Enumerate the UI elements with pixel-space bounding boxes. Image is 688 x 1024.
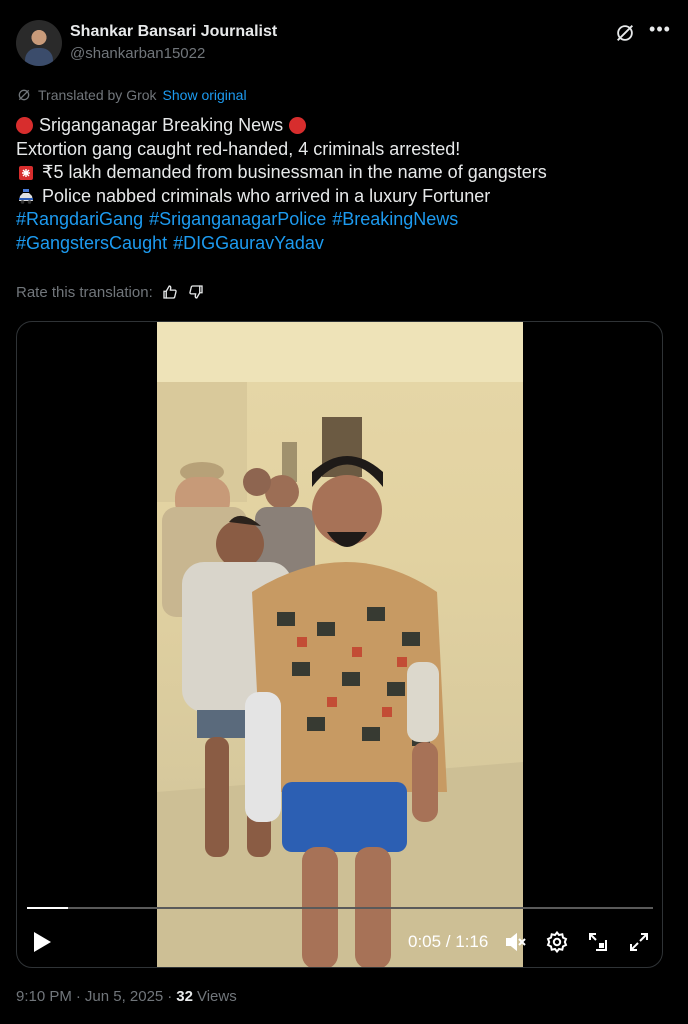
video-time: 0:05 / 1:16 bbox=[408, 932, 489, 951]
mute-icon[interactable] bbox=[503, 930, 527, 954]
hashtag-link[interactable]: #BreakingNews bbox=[332, 208, 458, 232]
tweet-line-2: Extortion gang caught red-handed, 4 crim… bbox=[16, 138, 461, 159]
translation-bar: Translated by Grok Show original bbox=[16, 85, 247, 105]
tweet-line-4: Police nabbed criminals who arrived in a… bbox=[42, 185, 491, 206]
views-label: Views bbox=[196, 988, 237, 1005]
video-still-image bbox=[157, 322, 523, 967]
avatar[interactable] bbox=[16, 20, 62, 66]
tweet-date[interactable]: Jun 5, 2025 bbox=[85, 988, 163, 1005]
tweet-text: Sriganganagar Breaking News Extortion ga… bbox=[16, 114, 666, 255]
author-name[interactable]: Shankar Bansari Journalist bbox=[70, 23, 277, 41]
thumbs-down-icon[interactable] bbox=[187, 283, 205, 301]
hashtag-link[interactable]: #RangdariGang bbox=[16, 208, 143, 232]
video-controls: 0:05 / 1:16 bbox=[17, 922, 662, 962]
settings-icon[interactable] bbox=[545, 930, 569, 954]
tweet-line-1: Sriganganagar Breaking News bbox=[39, 115, 284, 135]
rate-translation: Rate this translation: bbox=[16, 283, 205, 301]
author-handle[interactable]: @shankarban15022 bbox=[70, 45, 205, 62]
thumbs-up-icon[interactable] bbox=[161, 283, 179, 301]
views-count: 32 bbox=[176, 988, 193, 1005]
red-circle-icon bbox=[16, 117, 33, 135]
rate-translation-label: Rate this translation: bbox=[16, 283, 153, 301]
progress-fill bbox=[27, 907, 69, 909]
tweet-meta: 9:10 PM · Jun 5, 2025 · 32 Views bbox=[16, 988, 237, 1005]
hashtag-link[interactable]: #DIGGauravYadav bbox=[173, 232, 324, 256]
translate-icon bbox=[18, 89, 30, 101]
grok-icon[interactable] bbox=[614, 22, 636, 44]
video-frame[interactable] bbox=[157, 322, 523, 967]
more-icon[interactable]: ••• bbox=[648, 20, 672, 42]
show-original-link[interactable]: Show original bbox=[163, 87, 247, 103]
play-icon[interactable] bbox=[31, 930, 53, 954]
fullscreen-icon[interactable] bbox=[627, 930, 651, 954]
siren-icon bbox=[16, 163, 36, 183]
video-player[interactable]: 0:05 / 1:16 bbox=[16, 321, 663, 968]
tweet-line-3: ₹5 lakh demanded from businessman in the… bbox=[42, 162, 547, 182]
hashtag-link[interactable]: #GangstersCaught bbox=[16, 232, 167, 256]
tweet-time[interactable]: 9:10 PM bbox=[16, 988, 72, 1005]
police-car-icon bbox=[16, 186, 36, 206]
red-circle-icon bbox=[289, 117, 307, 135]
progress-track[interactable] bbox=[27, 907, 653, 909]
translated-label: Translated by Grok bbox=[38, 87, 157, 103]
pip-icon[interactable] bbox=[586, 930, 610, 954]
tweet-header: Shankar Bansari Journalist @shankarban15… bbox=[16, 18, 672, 68]
hashtag-link[interactable]: #SriganganagarPolice bbox=[149, 208, 326, 232]
